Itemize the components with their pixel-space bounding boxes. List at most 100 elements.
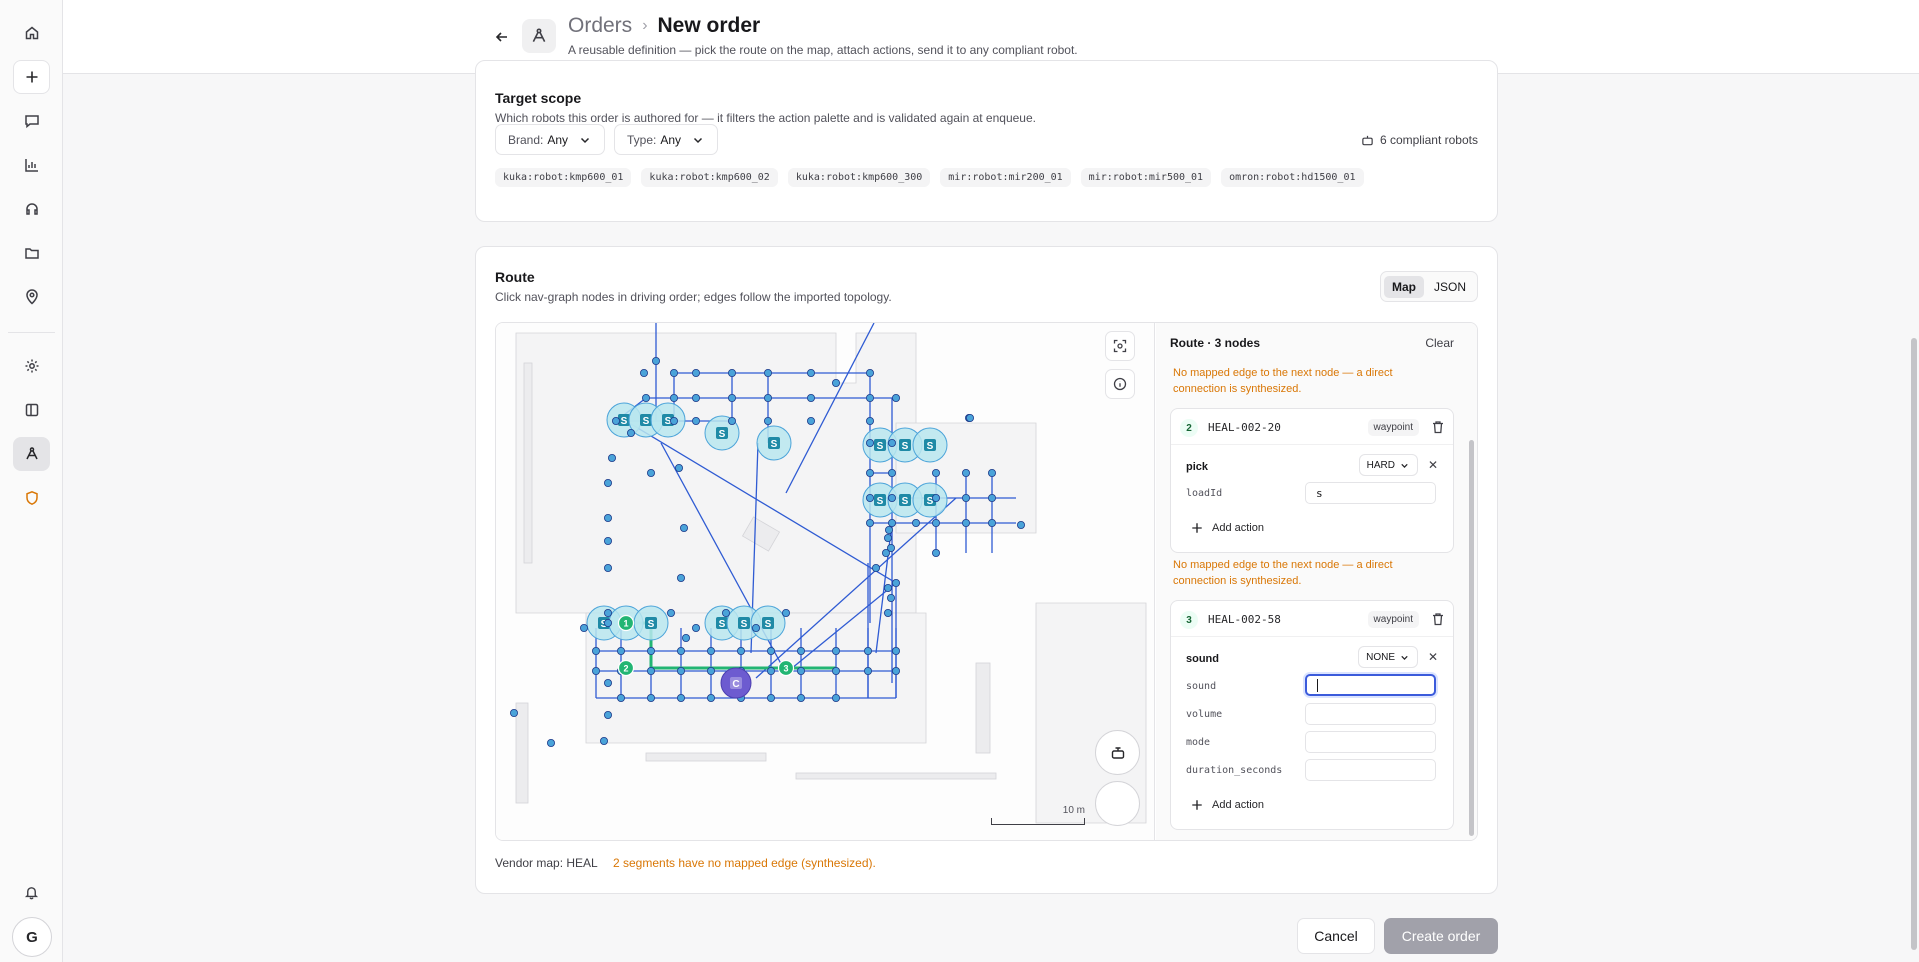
node-type-badge: waypoint bbox=[1367, 611, 1419, 628]
param-input[interactable]: s bbox=[1305, 482, 1436, 504]
route-icon[interactable] bbox=[13, 437, 50, 471]
headset-icon[interactable] bbox=[13, 192, 50, 226]
node-order: 3 bbox=[1180, 611, 1198, 629]
robot-chip: kuka:robot:kmp600_02 bbox=[641, 168, 778, 187]
param-input[interactable] bbox=[1305, 759, 1436, 781]
node-type-badge: waypoint bbox=[1367, 419, 1419, 436]
vendor-map-label: Vendor map: HEAL bbox=[495, 856, 598, 870]
page-subtitle: A reusable definition — pick the route o… bbox=[568, 43, 1078, 57]
info-icon[interactable] bbox=[1105, 369, 1135, 399]
robot-locate-icon[interactable] bbox=[1095, 730, 1140, 775]
charger-station: C bbox=[720, 667, 752, 699]
chevron-down-icon bbox=[581, 137, 590, 143]
target-scope-card: Target scope Which robots this order is … bbox=[475, 60, 1498, 222]
synth-warning: No mapped edge to the next node — a dire… bbox=[1173, 559, 1393, 587]
brand-dropdown[interactable]: Brand: Any bbox=[495, 124, 606, 155]
chevron-down-icon bbox=[694, 137, 703, 143]
svg-text:S: S bbox=[877, 441, 884, 452]
chevron-down-icon bbox=[1401, 655, 1408, 660]
route-panel-title: Route · 3 nodes bbox=[1170, 336, 1261, 350]
scale-bar bbox=[991, 818, 1085, 825]
remove-action-icon[interactable]: ✕ bbox=[1428, 458, 1438, 472]
add-action-button[interactable]: Add action bbox=[1191, 522, 1264, 534]
param-label: mode bbox=[1186, 737, 1211, 748]
param-label: loadId bbox=[1186, 488, 1223, 499]
svg-text:2: 2 bbox=[623, 664, 628, 674]
robot-chip: mir:robot:mir200_01 bbox=[940, 168, 1071, 187]
svg-text:S: S bbox=[719, 429, 726, 440]
page-title: New order bbox=[657, 14, 761, 37]
remove-action-icon[interactable]: ✕ bbox=[1428, 650, 1438, 664]
shield-icon[interactable] bbox=[13, 481, 50, 515]
nav-rail: G bbox=[0, 0, 63, 962]
tab-json[interactable]: JSON bbox=[1426, 276, 1474, 298]
compass-icon[interactable] bbox=[1095, 781, 1140, 826]
route-subtitle: Click nav-graph nodes in driving order; … bbox=[495, 290, 892, 304]
home-icon[interactable] bbox=[13, 16, 50, 50]
svg-text:S: S bbox=[643, 416, 650, 427]
book-icon[interactable] bbox=[13, 393, 50, 427]
svg-text:1: 1 bbox=[623, 619, 628, 629]
plus-icon[interactable] bbox=[13, 60, 50, 94]
plus-icon bbox=[1192, 523, 1202, 533]
chevron-down-icon bbox=[1401, 463, 1408, 468]
param-input[interactable] bbox=[1305, 731, 1436, 753]
blocking-type-dropdown[interactable]: NONE bbox=[1358, 646, 1418, 668]
view-toggle: Map JSON bbox=[1379, 271, 1478, 302]
breadcrumb: Orders › New order bbox=[568, 14, 760, 38]
svg-text:S: S bbox=[621, 416, 628, 427]
location-icon[interactable] bbox=[13, 280, 50, 314]
chart-icon[interactable] bbox=[13, 148, 50, 182]
svg-text:S: S bbox=[648, 619, 655, 630]
nav-map[interactable]: SSSSSSSSSSSSSSSSS 123 C 10 m bbox=[496, 323, 1155, 840]
synthesized-note: 2 segments have no mapped edge (synthesi… bbox=[613, 856, 876, 870]
route-card: Route Click nav-graph nodes in driving o… bbox=[475, 246, 1498, 894]
param-input[interactable] bbox=[1305, 703, 1436, 725]
avatar[interactable]: G bbox=[12, 917, 52, 957]
svg-text:S: S bbox=[719, 619, 726, 630]
node-id: HEAL-002-20 bbox=[1208, 421, 1281, 434]
svg-text:S: S bbox=[877, 496, 884, 507]
cancel-button[interactable]: Cancel bbox=[1297, 918, 1375, 954]
text-cursor bbox=[1317, 678, 1318, 692]
trash-icon[interactable] bbox=[1431, 420, 1445, 434]
add-action-button[interactable]: Add action bbox=[1191, 799, 1264, 811]
compliant-count: 6 compliant robots bbox=[1361, 133, 1478, 147]
node-order: 2 bbox=[1180, 419, 1198, 437]
svg-text:S: S bbox=[741, 619, 748, 630]
blocking-type-dropdown[interactable]: HARD bbox=[1358, 454, 1418, 476]
svg-text:C: C bbox=[732, 679, 739, 690]
panel-scrollbar[interactable] bbox=[1469, 440, 1474, 836]
target-scope-title: Target scope bbox=[495, 90, 582, 106]
robot-icon bbox=[1362, 135, 1373, 145]
recenter-icon[interactable] bbox=[1105, 331, 1135, 361]
param-input[interactable] bbox=[1305, 674, 1436, 696]
svg-text:S: S bbox=[765, 619, 772, 630]
svg-text:S: S bbox=[927, 441, 934, 452]
route-node-card: 3 HEAL-002-58 waypoint sound NONE ✕ soun… bbox=[1170, 600, 1454, 830]
gear-icon[interactable] bbox=[13, 349, 50, 383]
svg-text:3: 3 bbox=[783, 664, 788, 674]
param-label: volume bbox=[1186, 709, 1223, 720]
type-dropdown[interactable]: Type: Any bbox=[614, 124, 719, 155]
action-name: sound bbox=[1186, 653, 1219, 665]
svg-text:S: S bbox=[902, 496, 909, 507]
tab-map[interactable]: Map bbox=[1383, 275, 1424, 298]
clear-button[interactable]: Clear bbox=[1425, 336, 1454, 350]
trash-icon[interactable] bbox=[1431, 612, 1445, 626]
chat-icon[interactable] bbox=[13, 104, 50, 138]
robot-chip: kuka:robot:kmp600_300 bbox=[787, 168, 931, 187]
page-scrollbar[interactable] bbox=[1911, 338, 1917, 950]
param-label: sound bbox=[1186, 681, 1217, 692]
robot-chip: omron:robot:hd1500_01 bbox=[1221, 168, 1364, 187]
robot-chip: kuka:robot:kmp600_01 bbox=[495, 168, 632, 187]
create-order-button[interactable]: Create order bbox=[1384, 918, 1498, 954]
folder-icon[interactable] bbox=[13, 236, 50, 270]
route-node-card: 2 HEAL-002-20 waypoint pick HARD ✕ loadI… bbox=[1170, 408, 1454, 553]
breadcrumb-orders[interactable]: Orders bbox=[568, 14, 632, 38]
bell-icon[interactable] bbox=[13, 875, 50, 909]
back-arrow-icon[interactable] bbox=[487, 22, 517, 52]
scale-label: 10 m bbox=[1062, 805, 1085, 816]
param-label: duration_seconds bbox=[1186, 765, 1283, 776]
route-panel: Route · 3 nodes Clear No mapped edge to … bbox=[1156, 323, 1477, 840]
